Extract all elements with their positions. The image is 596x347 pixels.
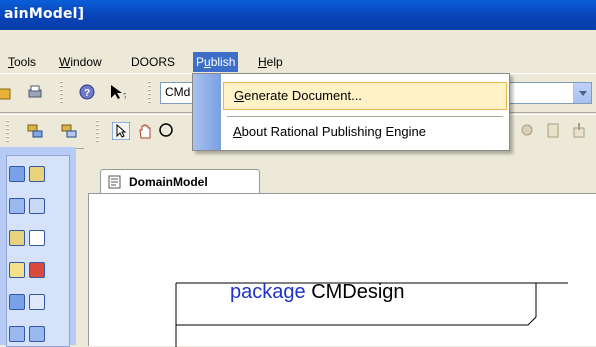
menu-separator	[227, 116, 503, 117]
pin-icon[interactable]	[518, 122, 536, 140]
package-frame[interactable]	[168, 267, 568, 347]
title-bar: ainModel]	[0, 0, 596, 30]
publish-menu: Generate Document... About Rational Publ…	[192, 73, 510, 151]
page-icon[interactable]	[544, 122, 562, 140]
menu-bar: Tools Window DOORS Publish Help	[0, 30, 596, 73]
palette-component-icon[interactable]	[29, 198, 45, 214]
tool-palette	[0, 147, 76, 347]
unlink-icon[interactable]	[60, 122, 78, 140]
palette-actor-icon[interactable]	[9, 230, 25, 246]
print-icon[interactable]	[26, 83, 44, 101]
zoom-icon[interactable]	[158, 122, 176, 140]
palette-note-icon[interactable]	[9, 262, 25, 278]
palette-usecase-icon[interactable]	[29, 230, 45, 246]
export-icon[interactable]	[570, 122, 588, 140]
help-icon[interactable]: ?	[78, 83, 96, 101]
palette-link-icon[interactable]	[29, 326, 45, 342]
menu-window[interactable]: Window	[59, 53, 102, 71]
link-icon[interactable]	[26, 122, 44, 140]
menu-tools[interactable]: Tools	[8, 53, 36, 71]
select-pointer-icon[interactable]	[112, 122, 130, 140]
tab-domainmodel[interactable]: DomainModel	[100, 169, 260, 194]
open-icon[interactable]	[0, 83, 12, 101]
menu-publish[interactable]: Publish	[193, 52, 239, 72]
menu-item-generate-document[interactable]: Generate Document...	[223, 82, 507, 110]
menu-doors[interactable]: DOORS	[131, 53, 175, 71]
palette-interface-icon[interactable]	[9, 198, 25, 214]
pan-hand-icon[interactable]	[136, 122, 154, 140]
context-help-icon[interactable]: ?	[108, 83, 126, 101]
window-title: ainModel]	[4, 6, 85, 22]
svg-text:?: ?	[84, 88, 90, 99]
menu-help[interactable]: Help	[258, 53, 283, 71]
palette-class-icon[interactable]	[9, 166, 25, 182]
palette-state-icon[interactable]	[9, 294, 25, 310]
palette-comment-icon[interactable]	[29, 294, 45, 310]
palette-dependency-icon[interactable]	[29, 262, 45, 278]
diagram-doc-icon	[108, 175, 121, 189]
tab-label: DomainModel	[129, 175, 208, 189]
palette-package-icon[interactable]	[29, 166, 45, 182]
svg-text:?: ?	[123, 92, 126, 101]
package-label: package CMDesign	[230, 281, 405, 303]
document-area: DomainModel package CMDesign	[84, 147, 596, 347]
diagram-combo-value: CMd	[165, 85, 191, 99]
menu-item-about-rpe[interactable]: About Rational Publishing Engine	[223, 119, 505, 145]
palette-object-icon[interactable]	[9, 326, 25, 342]
combo-dropdown-button[interactable]	[573, 83, 591, 103]
